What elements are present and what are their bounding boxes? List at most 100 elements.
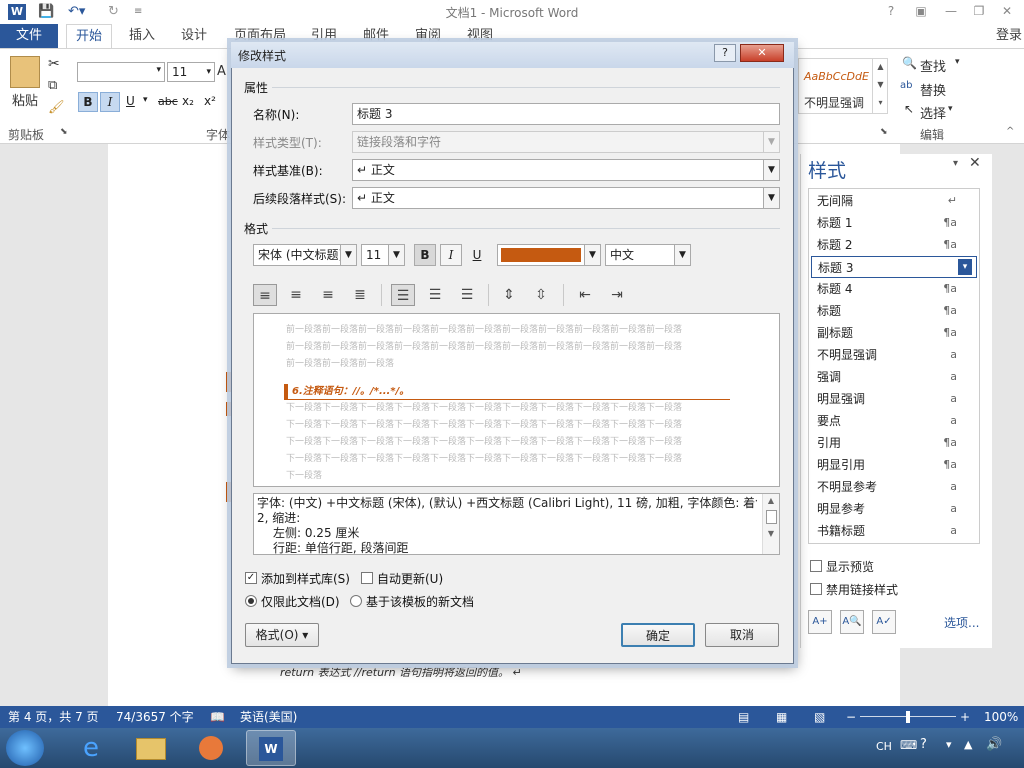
start-button[interactable] [6,730,44,766]
underline-button[interactable]: U [126,94,135,108]
justify-icon[interactable]: ≣ [348,284,372,306]
description-scrollbar[interactable]: ▲ ▼ [762,494,779,554]
style-list-item[interactable]: 强调 a [811,366,977,388]
ok-button[interactable]: 确定 [621,623,695,647]
styles-launcher-icon[interactable]: ⬊ [880,127,888,137]
font-size-box[interactable]: 11 ▾ [167,62,215,82]
read-mode-icon[interactable]: ▤ [738,706,749,728]
close-window-icon[interactable]: ✕ [996,2,1018,20]
format-menu-button[interactable]: 格式(O) ▾ [245,623,319,647]
word-taskbar-icon[interactable]: W [246,730,296,766]
dialog-close-icon[interactable]: ✕ [740,44,784,62]
decrease-spacing-icon[interactable]: ⇳ [529,284,553,306]
volume-icon[interactable]: 🔊 [986,737,1002,752]
tab-file[interactable]: 文件 [0,24,58,48]
gallery-scroll-icon[interactable]: ▲ ▼ ▾ [872,58,888,114]
paste-button[interactable]: 粘贴 [12,90,38,109]
select-icon[interactable]: ↖ [904,102,914,116]
tab-home[interactable]: 开始 [66,24,112,48]
chevron-down-icon[interactable]: ▾ [958,259,972,275]
page-count[interactable]: 第 4 页，共 7 页 [8,706,99,728]
style-list-item[interactable]: 不明显参考 a [811,476,977,498]
close-pane-icon[interactable]: ✕ [969,155,981,171]
find-dropdown-icon[interactable]: ▾ [955,57,960,67]
font-select[interactable]: 宋体 (中文标题) ▼ [253,244,357,266]
zoom-out-icon[interactable]: − [846,706,856,728]
select-button[interactable]: 选择 [920,103,946,122]
auto-update-checkbox[interactable] [361,572,373,584]
style-list-item[interactable]: 书籍标题 a [811,520,977,542]
zoom-level[interactable]: 100% [984,706,1018,728]
redo-icon[interactable]: ↻ [108,3,119,21]
next-style-select[interactable]: ↵ 正文 ▼ [352,187,780,209]
ie-icon[interactable]: e [66,730,116,766]
align-left-icon[interactable]: ≡ [253,284,277,306]
explorer-icon[interactable] [126,730,176,766]
style-list-item[interactable]: 标题 ¶a [811,300,977,322]
style-list-item[interactable]: 不明显强调 a [811,344,977,366]
new-style-icon[interactable]: A+ [808,610,832,634]
paste-icon[interactable] [10,56,40,88]
disable-linked-checkbox[interactable] [810,583,822,595]
format-painter-icon[interactable]: 🖌 [48,100,65,115]
style-list-item[interactable]: 副标题 ¶a [811,322,977,344]
strikethrough-button[interactable]: abc [158,95,178,108]
manage-styles-icon[interactable]: A✓ [872,610,896,634]
language-status[interactable]: 英语(美国) [240,706,297,728]
replace-icon[interactable]: ab [900,80,912,91]
grow-font-icon[interactable]: A [217,64,226,79]
style-inspector-icon[interactable]: A🔍 [840,610,864,634]
one-half-spacing-icon[interactable]: ☰ [423,284,447,306]
font-size-select[interactable]: 11 ▼ [361,244,405,266]
based-on-select[interactable]: ↵ 正文 ▼ [352,159,780,181]
ribbon-display-icon[interactable]: ▣ [910,2,932,20]
customize-qat-icon[interactable]: ≡ [134,3,142,21]
style-list-item[interactable]: 明显强调 a [811,388,977,410]
dialog-underline-button[interactable]: U [466,244,488,266]
cancel-button[interactable]: 取消 [705,623,779,647]
style-list-item[interactable]: 要点 a [811,410,977,432]
style-list-item[interactable]: 标题 1 ¶a [811,212,977,234]
show-preview-checkbox[interactable] [810,560,822,572]
keyboard-icon[interactable]: ⌨ [900,738,917,752]
underline-dropdown-icon[interactable]: ▾ [143,95,148,105]
select-dropdown-icon[interactable]: ▾ [948,104,953,114]
single-spacing-icon[interactable]: ☰ [391,284,415,306]
font-color-select[interactable]: ▼ [497,244,601,266]
style-list-item[interactable]: 标题 3 ▾ [811,256,977,278]
new-documents-radio[interactable] [350,595,362,607]
style-gallery-name[interactable]: 不明显强调 [804,94,864,111]
login-link[interactable]: 登录 [996,24,1022,48]
only-this-document-radio[interactable] [245,595,257,607]
zoom-in-icon[interactable]: + [960,706,970,728]
language-select[interactable]: 中文 ▼ [605,244,691,266]
font-name-box[interactable]: ▾ [77,62,165,82]
align-right-icon[interactable]: ≡ [316,284,340,306]
tab-insert[interactable]: 插入 [122,24,162,48]
scroll-thumb[interactable] [765,510,777,524]
tab-design[interactable]: 设计 [174,24,214,48]
align-center-icon[interactable]: ≡ [284,284,308,306]
help-button[interactable]: ? [880,2,902,20]
subscript-button[interactable]: x₂ [182,94,194,108]
clipboard-launcher-icon[interactable]: ⬊ [60,127,68,137]
dialog-italic-button[interactable]: I [440,244,462,266]
increase-spacing-icon[interactable]: ⇕ [497,284,521,306]
find-icon[interactable]: 🔍 [902,56,917,70]
print-layout-icon[interactable]: ▦ [776,706,787,728]
cut-icon[interactable]: ✂ [48,56,60,72]
style-list-item[interactable]: 明显参考 a [811,498,977,520]
bold-button[interactable]: B [78,92,98,112]
increase-indent-icon[interactable]: ⇥ [605,284,629,306]
scroll-up-icon[interactable]: ▲ [763,496,779,505]
decrease-indent-icon[interactable]: ⇤ [573,284,597,306]
ime-help-icon[interactable]: ? [920,737,927,752]
copy-icon[interactable]: ⧉ [48,78,57,93]
word-count[interactable]: 74/3657 个字 [116,706,194,728]
add-to-gallery-checkbox[interactable]: ✓ [245,572,257,584]
undo-icon[interactable]: ↶▾ [68,3,85,21]
restore-icon[interactable]: ❐ [968,2,990,20]
style-list-item[interactable]: 无间隔 ↵ [811,190,977,212]
media-player-icon[interactable] [186,730,236,766]
web-layout-icon[interactable]: ▧ [814,706,825,728]
